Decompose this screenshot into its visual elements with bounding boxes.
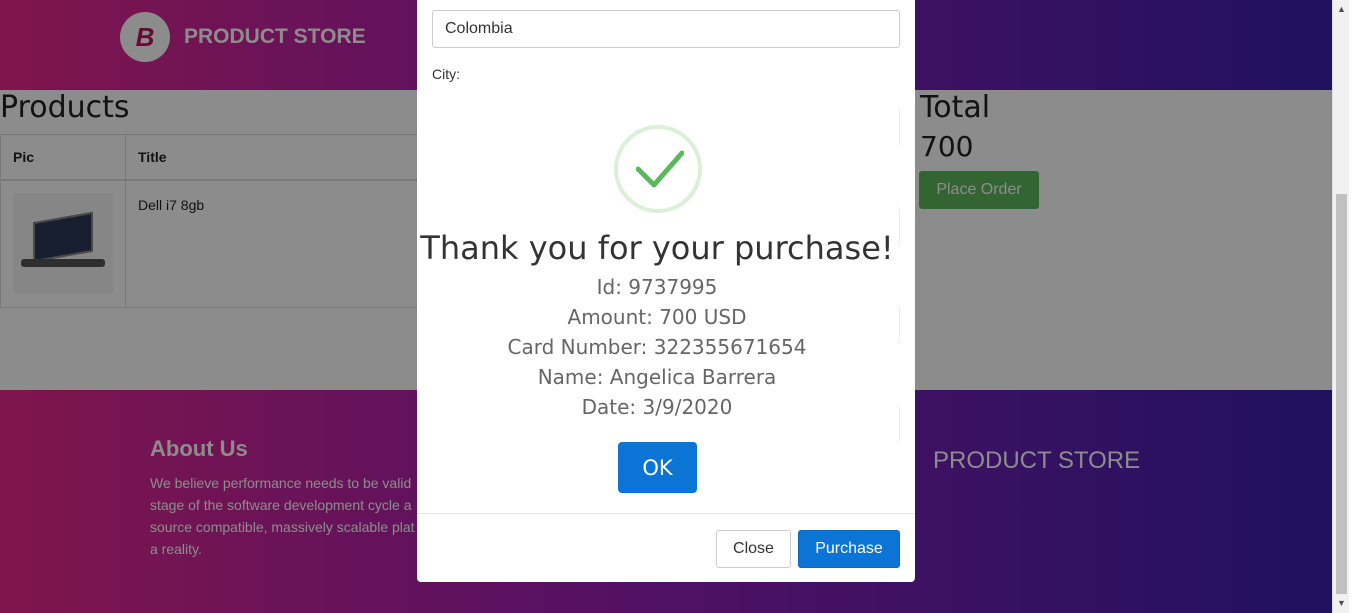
ok-button[interactable]: OK xyxy=(618,442,697,493)
customer-name: Name: Angelica Barrera xyxy=(537,365,777,389)
modal-footer: Close Purchase xyxy=(417,513,915,582)
alert-details: Id: 9737995 Amount: 700 USD Card Number:… xyxy=(417,275,897,425)
city-label: City: xyxy=(432,66,460,82)
scroll-down-icon[interactable]: ▼ xyxy=(1337,598,1346,608)
order-amount: Amount: 700 USD xyxy=(567,305,747,329)
order-date: Date: 3/9/2020 xyxy=(581,395,733,419)
success-icon xyxy=(614,125,702,213)
country-input[interactable] xyxy=(432,10,900,48)
scroll-up-icon[interactable]: ▲ xyxy=(1337,4,1346,14)
purchase-success-alert: Thank you for your purchase! Id: 9737995… xyxy=(417,95,897,510)
order-id: Id: 9737995 xyxy=(596,275,718,299)
page-scrollbar[interactable]: ▲ ▼ xyxy=(1332,0,1349,613)
close-button[interactable]: Close xyxy=(716,530,791,568)
card-number: Card Number: 322355671654 xyxy=(507,335,807,359)
alert-title: Thank you for your purchase! xyxy=(420,229,894,267)
checkmark-icon xyxy=(636,150,684,188)
scrollbar-thumb[interactable] xyxy=(1336,194,1347,594)
purchase-button[interactable]: Purchase xyxy=(798,530,900,568)
